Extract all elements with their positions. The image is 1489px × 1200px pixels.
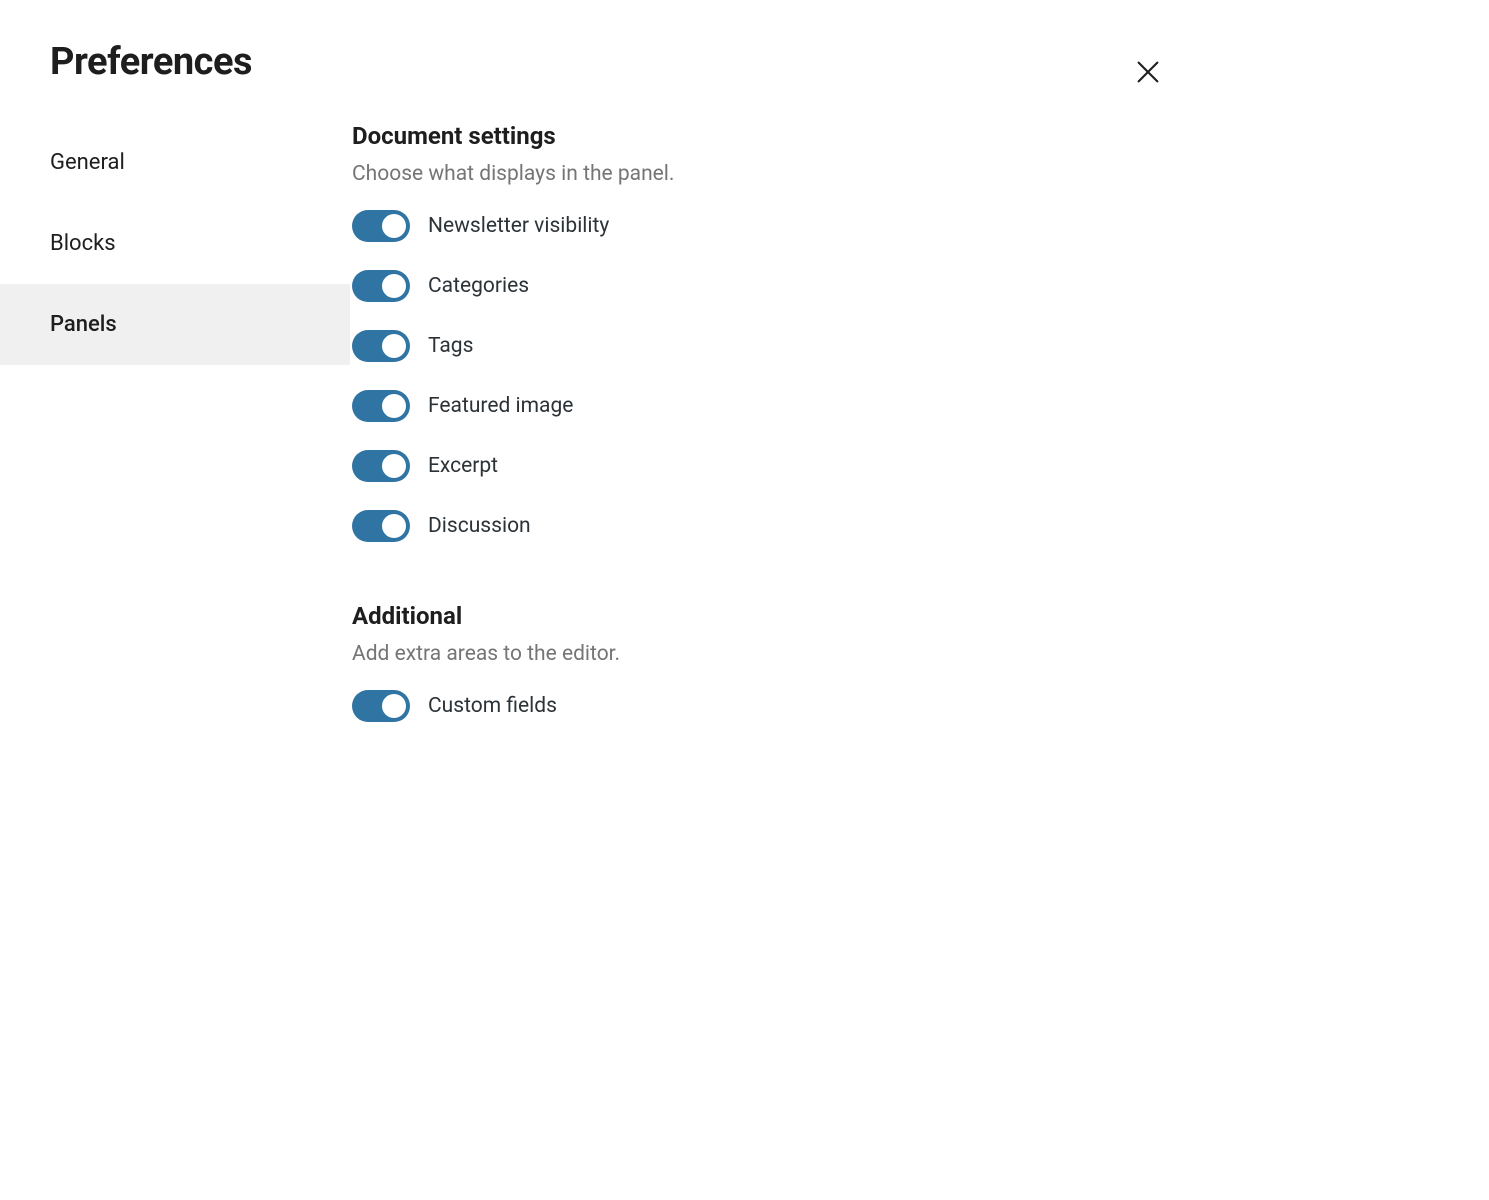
- toggle-row-newsletter-visibility: Newsletter visibility: [352, 210, 1170, 242]
- sidebar-item-label: General: [50, 150, 125, 175]
- main-content: Document settings Choose what displays i…: [350, 122, 1220, 782]
- toggle-row-discussion: Discussion: [352, 510, 1170, 542]
- close-icon: [1134, 58, 1162, 86]
- section-description: Add extra areas to the editor.: [352, 642, 1170, 666]
- toggle-label: Excerpt: [428, 454, 498, 478]
- toggle-tags[interactable]: [352, 330, 410, 362]
- toggle-row-categories: Categories: [352, 270, 1170, 302]
- toggle-row-featured-image: Featured image: [352, 390, 1170, 422]
- section-description: Choose what displays in the panel.: [352, 162, 1170, 186]
- toggle-categories[interactable]: [352, 270, 410, 302]
- sidebar-item-panels[interactable]: Panels: [0, 284, 350, 365]
- section-title: Document settings: [352, 122, 1170, 150]
- toggle-row-custom-fields: Custom fields: [352, 690, 1170, 722]
- toggle-newsletter-visibility[interactable]: [352, 210, 410, 242]
- additional-section: Additional Add extra areas to the editor…: [352, 602, 1170, 722]
- modal-title: Preferences: [50, 40, 252, 84]
- toggle-label: Categories: [428, 274, 529, 298]
- preferences-modal: Preferences General Blocks Panels Docume…: [0, 0, 1220, 782]
- close-button[interactable]: [1126, 50, 1170, 94]
- toggle-custom-fields[interactable]: [352, 690, 410, 722]
- toggle-row-tags: Tags: [352, 330, 1170, 362]
- modal-header: Preferences: [0, 40, 1220, 84]
- modal-body: General Blocks Panels Document settings …: [0, 122, 1220, 782]
- sidebar-item-label: Blocks: [50, 231, 116, 256]
- document-settings-section: Document settings Choose what displays i…: [352, 122, 1170, 542]
- toggle-featured-image[interactable]: [352, 390, 410, 422]
- toggle-excerpt[interactable]: [352, 450, 410, 482]
- sidebar-item-blocks[interactable]: Blocks: [0, 203, 350, 284]
- toggle-label: Tags: [428, 334, 473, 358]
- toggle-label: Featured image: [428, 394, 573, 418]
- toggle-label: Newsletter visibility: [428, 214, 609, 238]
- toggle-label: Custom fields: [428, 694, 557, 718]
- section-title: Additional: [352, 602, 1170, 630]
- preferences-sidebar: General Blocks Panels: [0, 122, 350, 782]
- toggle-discussion[interactable]: [352, 510, 410, 542]
- toggle-row-excerpt: Excerpt: [352, 450, 1170, 482]
- sidebar-item-general[interactable]: General: [0, 122, 350, 203]
- sidebar-item-label: Panels: [50, 312, 117, 337]
- toggle-label: Discussion: [428, 514, 531, 538]
